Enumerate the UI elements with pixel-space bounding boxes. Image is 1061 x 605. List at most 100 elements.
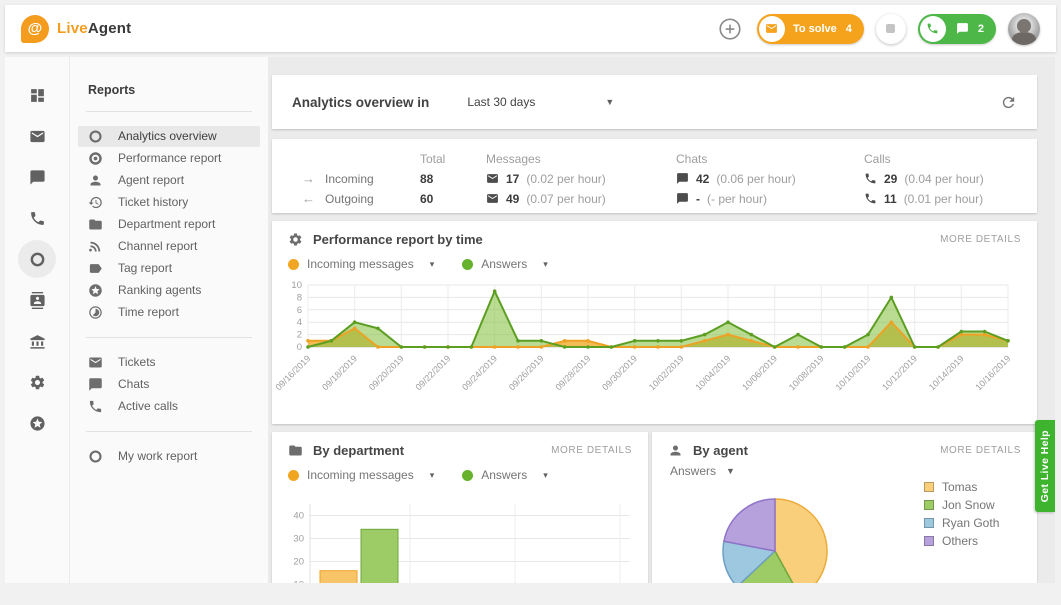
rail-item-dashboard[interactable] bbox=[18, 76, 56, 114]
pause-button[interactable] bbox=[876, 14, 906, 44]
sidebar-title: Reports bbox=[70, 57, 268, 111]
performance-more-details-link[interactable]: MORE DETAILS bbox=[940, 234, 1021, 245]
svg-text:6: 6 bbox=[297, 305, 302, 316]
legend-label: Incoming messages bbox=[307, 468, 414, 482]
calls-status-button[interactable]: 2 bbox=[918, 14, 996, 44]
svg-text:09/26/2019: 09/26/2019 bbox=[507, 353, 546, 392]
caret-down-icon: ▼ bbox=[605, 97, 614, 107]
liveagent-logo[interactable]: @ LiveAgent bbox=[21, 15, 131, 43]
add-button[interactable] bbox=[715, 14, 745, 44]
stats-messages-value: 17 bbox=[506, 172, 519, 186]
rail-item-reports[interactable] bbox=[18, 240, 56, 278]
rail-item-chats[interactable] bbox=[18, 158, 56, 196]
envelope-icon bbox=[486, 172, 499, 185]
sidebar-item-time-report[interactable]: Time report bbox=[78, 302, 260, 323]
svg-text:10/04/2019: 10/04/2019 bbox=[693, 353, 732, 392]
to-solve-label: To solve bbox=[793, 23, 837, 35]
timelapse-icon bbox=[88, 305, 103, 320]
analytics-toolbar: Analytics overview in Last 30 days ▼ bbox=[272, 75, 1037, 129]
sidebar-item-department-report[interactable]: Department report bbox=[78, 214, 260, 235]
stats-column-header: Calls bbox=[864, 152, 1037, 166]
chats-count: 2 bbox=[978, 23, 984, 35]
sidebar-item-label: Time report bbox=[118, 305, 179, 320]
main-content: Analytics overview in Last 30 days ▼ Tot… bbox=[268, 57, 1055, 583]
perf-icon bbox=[88, 151, 103, 166]
incoming-arrow-icon: → bbox=[302, 171, 315, 186]
sidebar-item-active-calls[interactable]: Active calls bbox=[78, 396, 260, 417]
rail-item-configuration[interactable] bbox=[18, 363, 56, 401]
sidebar-item-label: Ranking agents bbox=[118, 283, 201, 298]
date-range-select[interactable]: Last 30 days ▼ bbox=[467, 95, 614, 109]
user-avatar[interactable] bbox=[1008, 13, 1040, 45]
rail-item-academy[interactable] bbox=[18, 322, 56, 360]
perf-legend: Incoming messages▾ Answers▾ bbox=[272, 251, 1037, 273]
sidebar-item-tag-report[interactable]: Tag report bbox=[78, 258, 260, 279]
legend-item-incoming-messages[interactable]: Incoming messages▾ bbox=[288, 257, 434, 271]
rail-item-tickets[interactable] bbox=[18, 117, 56, 155]
legend-item-answers[interactable]: Answers▾ bbox=[462, 257, 548, 271]
legend-color-swatch bbox=[924, 500, 934, 510]
rail-item-more[interactable] bbox=[18, 404, 56, 442]
stats-messages-cell: 17(0.02 per hour) bbox=[486, 172, 676, 186]
agent-metric-select[interactable]: Answers ▼ bbox=[670, 464, 735, 478]
sidebar-item-tickets[interactable]: Tickets bbox=[78, 352, 260, 373]
sidebar-item-label: Ticket history bbox=[118, 195, 188, 210]
agent-legend: TomasJon SnowRyan GothOthers bbox=[924, 480, 999, 548]
sidebar-item-label: Channel report bbox=[118, 239, 197, 254]
liveagent-app: @ LiveAgent To solve 4 2 bbox=[0, 0, 1061, 605]
sidebar-item-analytics-overview[interactable]: Analytics overview bbox=[78, 126, 260, 147]
stats-row-outgoing: ←Outgoing bbox=[302, 191, 420, 206]
caret-down-icon: ▾ bbox=[430, 470, 435, 481]
get-live-help-button[interactable]: Get Live Help bbox=[1035, 420, 1055, 512]
history-icon bbox=[88, 195, 103, 210]
stats-calls-cell: 11(0.01 per hour) bbox=[864, 192, 1037, 206]
svg-text:40: 40 bbox=[293, 511, 304, 522]
stars-icon bbox=[29, 415, 46, 432]
agent-more-details-link[interactable]: MORE DETAILS bbox=[940, 445, 1021, 456]
envelope-icon bbox=[29, 128, 46, 145]
legend-label: Incoming messages bbox=[307, 257, 414, 271]
svg-text:4: 4 bbox=[297, 317, 302, 328]
legend-color-swatch bbox=[462, 259, 473, 270]
donut-icon bbox=[88, 449, 103, 464]
sidebar-groups: Analytics overviewPerformance reportAgen… bbox=[70, 126, 268, 467]
legend-item-incoming-messages[interactable]: Incoming messages ▾ bbox=[288, 468, 434, 482]
svg-text:09/18/2019: 09/18/2019 bbox=[320, 353, 359, 392]
rail-item-calls[interactable] bbox=[18, 199, 56, 237]
sidebar-item-label: Chats bbox=[118, 377, 149, 392]
stats-row-label: Outgoing bbox=[325, 192, 374, 206]
sidebar-item-ticket-history[interactable]: Ticket history bbox=[78, 192, 260, 213]
by-department-title: By department bbox=[313, 443, 404, 458]
sidebar-item-agent-report[interactable]: Agent report bbox=[78, 170, 260, 191]
stats-row-incoming: → Incoming bbox=[302, 171, 420, 186]
to-solve-button[interactable]: To solve 4 bbox=[757, 14, 864, 44]
refresh-button[interactable] bbox=[1000, 94, 1017, 111]
svg-text:2: 2 bbox=[297, 330, 302, 341]
legend-item-answers[interactable]: Answers▾ bbox=[462, 468, 548, 482]
legend-item-others: Others bbox=[924, 534, 999, 548]
sidebar-item-channel-report[interactable]: Channel report bbox=[78, 236, 260, 257]
stats-row-label: Incoming bbox=[325, 172, 374, 186]
agent-metric-value: Answers bbox=[670, 464, 716, 478]
stats-chats-cell: -(- per hour) bbox=[676, 192, 864, 206]
stats-calls-cell: 29(0.04 per hour) bbox=[864, 172, 1037, 186]
sidebar-item-ranking-agents[interactable]: Ranking agents bbox=[78, 280, 260, 301]
legend-color-swatch bbox=[924, 536, 934, 546]
icon-rail bbox=[5, 57, 69, 583]
legend-color-swatch bbox=[462, 470, 473, 481]
sidebar-divider bbox=[86, 337, 252, 338]
page-title: Analytics overview in bbox=[292, 95, 429, 110]
legend-label: Tomas bbox=[942, 480, 977, 494]
chat-icon bbox=[29, 169, 46, 186]
sidebar-item-chats[interactable]: Chats bbox=[78, 374, 260, 395]
tag-icon bbox=[88, 261, 103, 276]
svg-text:10: 10 bbox=[291, 280, 302, 291]
folder-icon bbox=[288, 443, 303, 458]
by-department-card: By department MORE DETAILS Incoming mess… bbox=[272, 432, 648, 583]
department-more-details-link[interactable]: MORE DETAILS bbox=[551, 445, 632, 456]
sidebar-item-my-work-report[interactable]: My work report bbox=[78, 446, 260, 467]
rail-item-customers[interactable] bbox=[18, 281, 56, 319]
sidebar-item-performance-report[interactable]: Performance report bbox=[78, 148, 260, 169]
legend-label: Others bbox=[942, 534, 978, 548]
stats-calls-value: 11 bbox=[884, 192, 897, 206]
